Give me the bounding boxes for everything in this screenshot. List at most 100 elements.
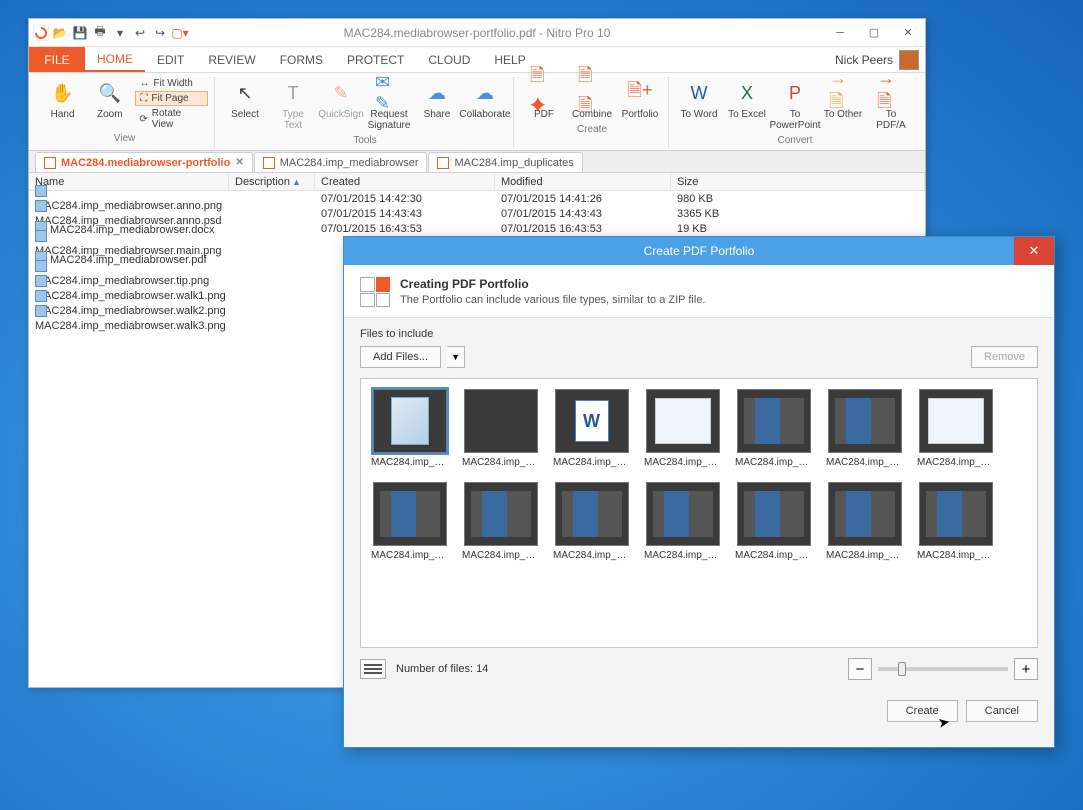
- thumbnail-image: [373, 389, 447, 453]
- portfolio-icon: 🗎+: [626, 79, 654, 107]
- col-size[interactable]: Size: [671, 173, 925, 190]
- to-word-button[interactable]: WTo Word: [677, 77, 721, 122]
- thumbnail-item[interactable]: MAC284.imp_d...: [644, 482, 721, 561]
- tab-edit[interactable]: EDIT: [145, 47, 196, 72]
- doc-tab-2[interactable]: MAC284.imp_duplicates: [428, 152, 582, 172]
- thumbnail-image: [464, 482, 538, 546]
- maximize-button[interactable]: ▢: [857, 21, 891, 45]
- list-view-toggle[interactable]: [360, 659, 386, 679]
- zoom-button[interactable]: 🔍Zoom: [88, 77, 131, 122]
- zoom-slider[interactable]: [878, 667, 1008, 671]
- thumbnail-item[interactable]: MAC284.imp_d...: [553, 389, 630, 468]
- select-icon: ↖: [231, 79, 259, 107]
- group-tools: ↖Select TType Text ✎QuickSign ✉✎Request …: [217, 77, 514, 148]
- close-tab-icon[interactable]: ✕: [235, 157, 243, 168]
- type-text-icon: T: [279, 79, 307, 107]
- thumbnail-item[interactable]: MAC284.imp_d...: [735, 482, 812, 561]
- window-title: MAC284.mediabrowser-portfolio.pdf - Nitr…: [344, 26, 611, 40]
- thumbnails-area[interactable]: MAC284.imp_d...MAC284.imp_d...MAC284.imp…: [360, 378, 1038, 648]
- fit-page-button[interactable]: ⛶Fit Page: [135, 91, 208, 106]
- col-created[interactable]: Created: [315, 173, 495, 190]
- thumbnail-item[interactable]: MAC284.imp_d...: [371, 389, 448, 468]
- request-signature-button[interactable]: ✉✎Request Signature: [367, 77, 411, 133]
- file-count-label: Number of files: 14: [396, 663, 488, 675]
- zoom-in-button[interactable]: +: [1014, 658, 1038, 680]
- titlebar: 📂 💾 🖶 ▾ ↩ ↪ ▢▾ MAC284.mediabrowser-portf…: [29, 19, 925, 47]
- tab-home[interactable]: HOME: [85, 47, 145, 72]
- tab-protect[interactable]: PROTECT: [335, 47, 416, 72]
- qat-open-icon[interactable]: 📂: [51, 24, 69, 42]
- to-other-button[interactable]: →🗎To Other: [821, 77, 865, 122]
- thumbnail-item[interactable]: MAC284.imp_d...: [826, 482, 903, 561]
- col-description[interactable]: Description▲: [229, 173, 315, 190]
- remove-button[interactable]: Remove: [971, 346, 1038, 368]
- group-create: 🗎✦PDF 🗎🗎Combine 🗎+Portfolio Create: [516, 77, 669, 148]
- thumbnail-item[interactable]: MAC284.imp_d...: [553, 482, 630, 561]
- ppt-icon: P: [781, 79, 809, 107]
- thumbnail-image: [737, 389, 811, 453]
- thumbnail-item[interactable]: MAC284.imp_d...: [462, 482, 539, 561]
- qat-undo-icon[interactable]: ↩: [131, 24, 149, 42]
- to-excel-button[interactable]: XTo Excel: [725, 77, 769, 122]
- to-pdfa-button[interactable]: →🗎To PDF/A: [869, 77, 913, 133]
- doc-tab-0[interactable]: MAC284.mediabrowser-portfolio✕: [35, 152, 253, 172]
- qat-redo-icon[interactable]: ↪: [151, 24, 169, 42]
- thumbnail-item[interactable]: MAC284.imp_d...: [371, 482, 448, 561]
- slider-knob[interactable]: [898, 662, 906, 676]
- thumbnail-item[interactable]: MAC284.imp_d...: [917, 389, 994, 468]
- combine-button[interactable]: 🗎🗎Combine: [570, 77, 614, 122]
- close-button[interactable]: ✕: [891, 21, 925, 45]
- thumbnail-label: MAC284.imp_d...: [644, 457, 721, 468]
- file-icon: [35, 230, 47, 242]
- thumbnail-label: MAC284.imp_d...: [735, 550, 812, 561]
- dialog-heading: Creating PDF Portfolio: [400, 277, 706, 291]
- create-button[interactable]: Create: [887, 700, 958, 722]
- thumbnail-image: [737, 482, 811, 546]
- col-modified[interactable]: Modified: [495, 173, 671, 190]
- fit-width-button[interactable]: ↔Fit Width: [135, 77, 208, 90]
- thumbnail-item[interactable]: MAC284.imp_d...: [644, 389, 721, 468]
- tab-forms[interactable]: FORMS: [268, 47, 335, 72]
- user-name: Nick Peers: [835, 53, 893, 67]
- document-tabs: MAC284.mediabrowser-portfolio✕ MAC284.im…: [29, 151, 925, 173]
- file-icon: [35, 185, 47, 197]
- pdf-file-icon: [437, 157, 449, 169]
- dialog-close-button[interactable]: ✕: [1014, 237, 1054, 265]
- collaborate-button[interactable]: ☁Collaborate: [463, 77, 507, 122]
- thumbnail-image: [555, 482, 629, 546]
- hand-button[interactable]: ✋Hand: [41, 77, 84, 122]
- word-icon: W: [685, 79, 713, 107]
- add-files-button[interactable]: Add Files...: [360, 346, 441, 368]
- app-logo-icon: [33, 25, 49, 41]
- to-powerpoint-button[interactable]: PTo PowerPoint: [773, 77, 817, 133]
- quicksign-button[interactable]: ✎QuickSign: [319, 77, 363, 122]
- thumbnail-item[interactable]: MAC284.imp_d...: [826, 389, 903, 468]
- pdf-button[interactable]: 🗎✦PDF: [522, 77, 566, 122]
- file-tab[interactable]: FILE: [29, 47, 85, 72]
- qat-dropdown-icon[interactable]: ▾: [111, 24, 129, 42]
- type-text-button[interactable]: TType Text: [271, 77, 315, 133]
- file-row[interactable]: MAC284.imp_mediabrowser.anno.psd07/01/20…: [29, 206, 925, 221]
- select-button[interactable]: ↖Select: [223, 77, 267, 122]
- doc-tab-1[interactable]: MAC284.imp_mediabrowser: [254, 152, 428, 172]
- thumbnail-item[interactable]: MAC284.imp_d...: [917, 482, 994, 561]
- qat-print-icon[interactable]: 🖶: [91, 24, 109, 42]
- tab-cloud[interactable]: CLOUD: [416, 47, 482, 72]
- qat-arrange-icon[interactable]: ▢▾: [171, 24, 189, 42]
- thumbnail-item[interactable]: MAC284.imp_d...: [735, 389, 812, 468]
- share-button[interactable]: ☁Share: [415, 77, 459, 122]
- tab-review[interactable]: REVIEW: [196, 47, 267, 72]
- portfolio-button[interactable]: 🗎+Portfolio: [618, 77, 662, 122]
- dialog-titlebar[interactable]: Create PDF Portfolio ✕: [344, 237, 1054, 265]
- qat-save-icon[interactable]: 💾: [71, 24, 89, 42]
- add-files-dropdown[interactable]: ▼: [447, 346, 465, 368]
- create-portfolio-dialog: Create PDF Portfolio ✕ Creating PDF Port…: [343, 236, 1055, 748]
- thumbnail-label: MAC284.imp_d...: [462, 550, 539, 561]
- share-icon: ☁: [423, 79, 451, 107]
- rotate-view-button[interactable]: ⟳Rotate View: [135, 107, 208, 131]
- thumbnail-item[interactable]: MAC284.imp_d...: [462, 389, 539, 468]
- zoom-out-button[interactable]: −: [848, 658, 872, 680]
- cancel-button[interactable]: Cancel: [966, 700, 1038, 722]
- minimize-button[interactable]: ─: [823, 21, 857, 45]
- file-icon: [35, 200, 47, 212]
